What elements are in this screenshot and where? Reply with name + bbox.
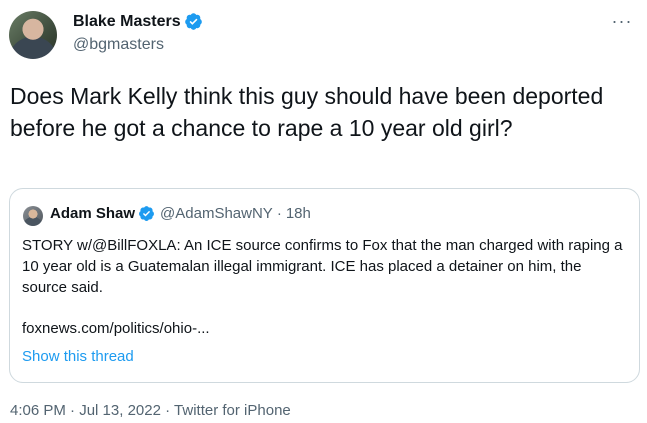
meta-separator: · — [165, 402, 171, 419]
quoted-timestamp[interactable]: 18h — [286, 205, 311, 222]
quoted-link[interactable]: foxnews.com/politics/ohio-... — [22, 320, 210, 337]
quoted-text: STORY w/@BillFOXLA: An ICE source confir… — [22, 237, 623, 296]
quoted-display-name[interactable]: Adam Shaw — [50, 205, 135, 222]
tweet-source[interactable]: Twitter for iPhone — [174, 402, 291, 419]
more-options-icon: ··· — [611, 10, 633, 31]
quoted-author-avatar[interactable] — [23, 206, 43, 226]
show-thread-link[interactable]: Show this thread — [22, 348, 134, 365]
author-name-row: Blake Masters — [73, 12, 203, 31]
tweet-time[interactable]: 4:06 PM — [10, 402, 66, 419]
quoted-tweet[interactable]: Adam Shaw @AdamShawNY · 18h STORY w/@Bil… — [9, 188, 640, 383]
tweet-date[interactable]: Jul 13, 2022 — [79, 402, 161, 419]
tweet-meta: 4:06 PM · Jul 13, 2022 · Twitter for iPh… — [10, 402, 291, 419]
author-handle[interactable]: @bgmasters — [73, 36, 164, 54]
meta-separator: · — [70, 402, 76, 419]
verified-badge-icon — [184, 13, 202, 30]
quoted-header: Adam Shaw @AdamShawNY · 18h — [50, 205, 311, 222]
quoted-separator: · — [276, 205, 282, 222]
author-avatar[interactable] — [9, 11, 57, 59]
quoted-handle[interactable]: @AdamShawNY — [160, 205, 273, 222]
tweet-text: Does Mark Kelly think this guy should ha… — [10, 83, 604, 141]
more-options-button[interactable]: ··· — [609, 8, 635, 34]
author-display-name[interactable]: Blake Masters — [73, 13, 181, 31]
verified-badge-icon — [139, 206, 154, 221]
